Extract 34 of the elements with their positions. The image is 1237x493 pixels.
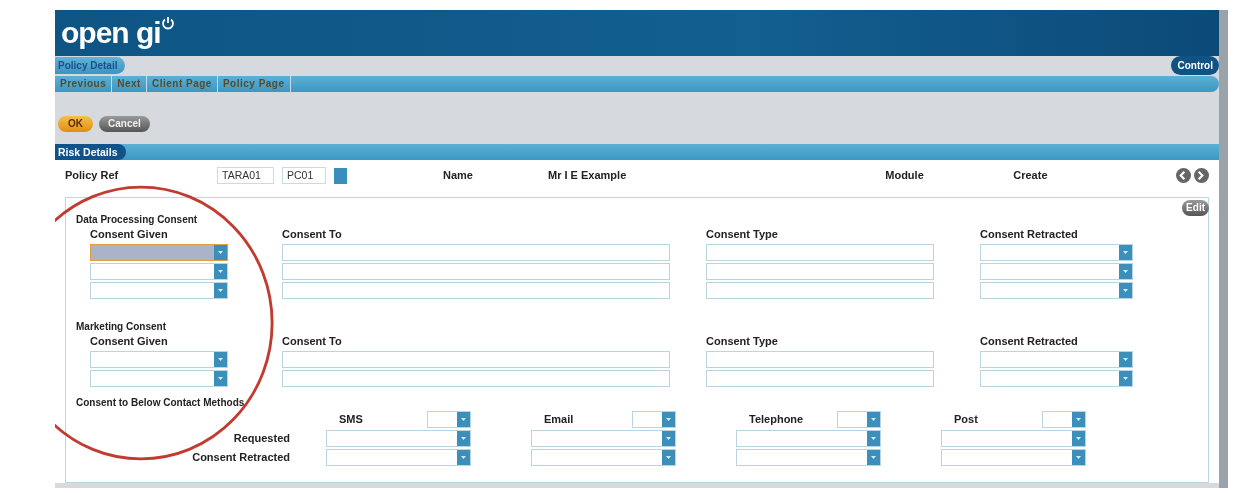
column-heading: Consent Type (706, 226, 779, 242)
column-heading: Consent Given (90, 226, 169, 242)
edit-button[interactable]: Edit (1182, 200, 1209, 216)
field-value: Create (1013, 168, 1048, 184)
column-heading: Consent Given (90, 333, 169, 349)
cancel-button[interactable]: Cancel (99, 116, 150, 132)
text-field[interactable]: PC01 (282, 167, 326, 184)
row-label: Consent Retracted (191, 450, 290, 465)
page-tab[interactable]: Policy Detail (55, 57, 126, 74)
control-tab[interactable]: Control (1171, 56, 1219, 75)
row-label: Requested (232, 431, 290, 446)
column-heading: Consent To (282, 226, 343, 242)
method-label: SMS (339, 411, 363, 427)
group-title: Data Processing Consent (76, 213, 199, 226)
method-label: Telephone (749, 411, 804, 427)
group-title: Consent to Below Contact Methods (76, 396, 246, 410)
ok-button[interactable]: OK (58, 116, 93, 132)
method-label: Email (544, 411, 574, 427)
column-heading: Consent To (282, 333, 343, 349)
logo-text: open gi (61, 18, 161, 48)
column-heading: Consent Type (706, 333, 779, 349)
text-field[interactable]: TARA01 (217, 167, 274, 184)
field-value: Mr I E Example (548, 168, 627, 184)
column-heading: Consent Retracted (980, 333, 1079, 349)
nav-link[interactable]: Previous (55, 76, 113, 92)
column-heading: Consent Retracted (980, 226, 1079, 242)
field-label: Module (885, 168, 925, 184)
nav-link[interactable]: Policy Page (217, 76, 291, 92)
method-label: Post (954, 411, 978, 427)
field-label: Policy Ref (65, 168, 120, 184)
nav-link[interactable]: Client Page (146, 76, 218, 92)
field-label: Name (443, 168, 474, 184)
group-title: Marketing Consent (76, 320, 167, 333)
nav-link[interactable]: Next (112, 76, 147, 92)
